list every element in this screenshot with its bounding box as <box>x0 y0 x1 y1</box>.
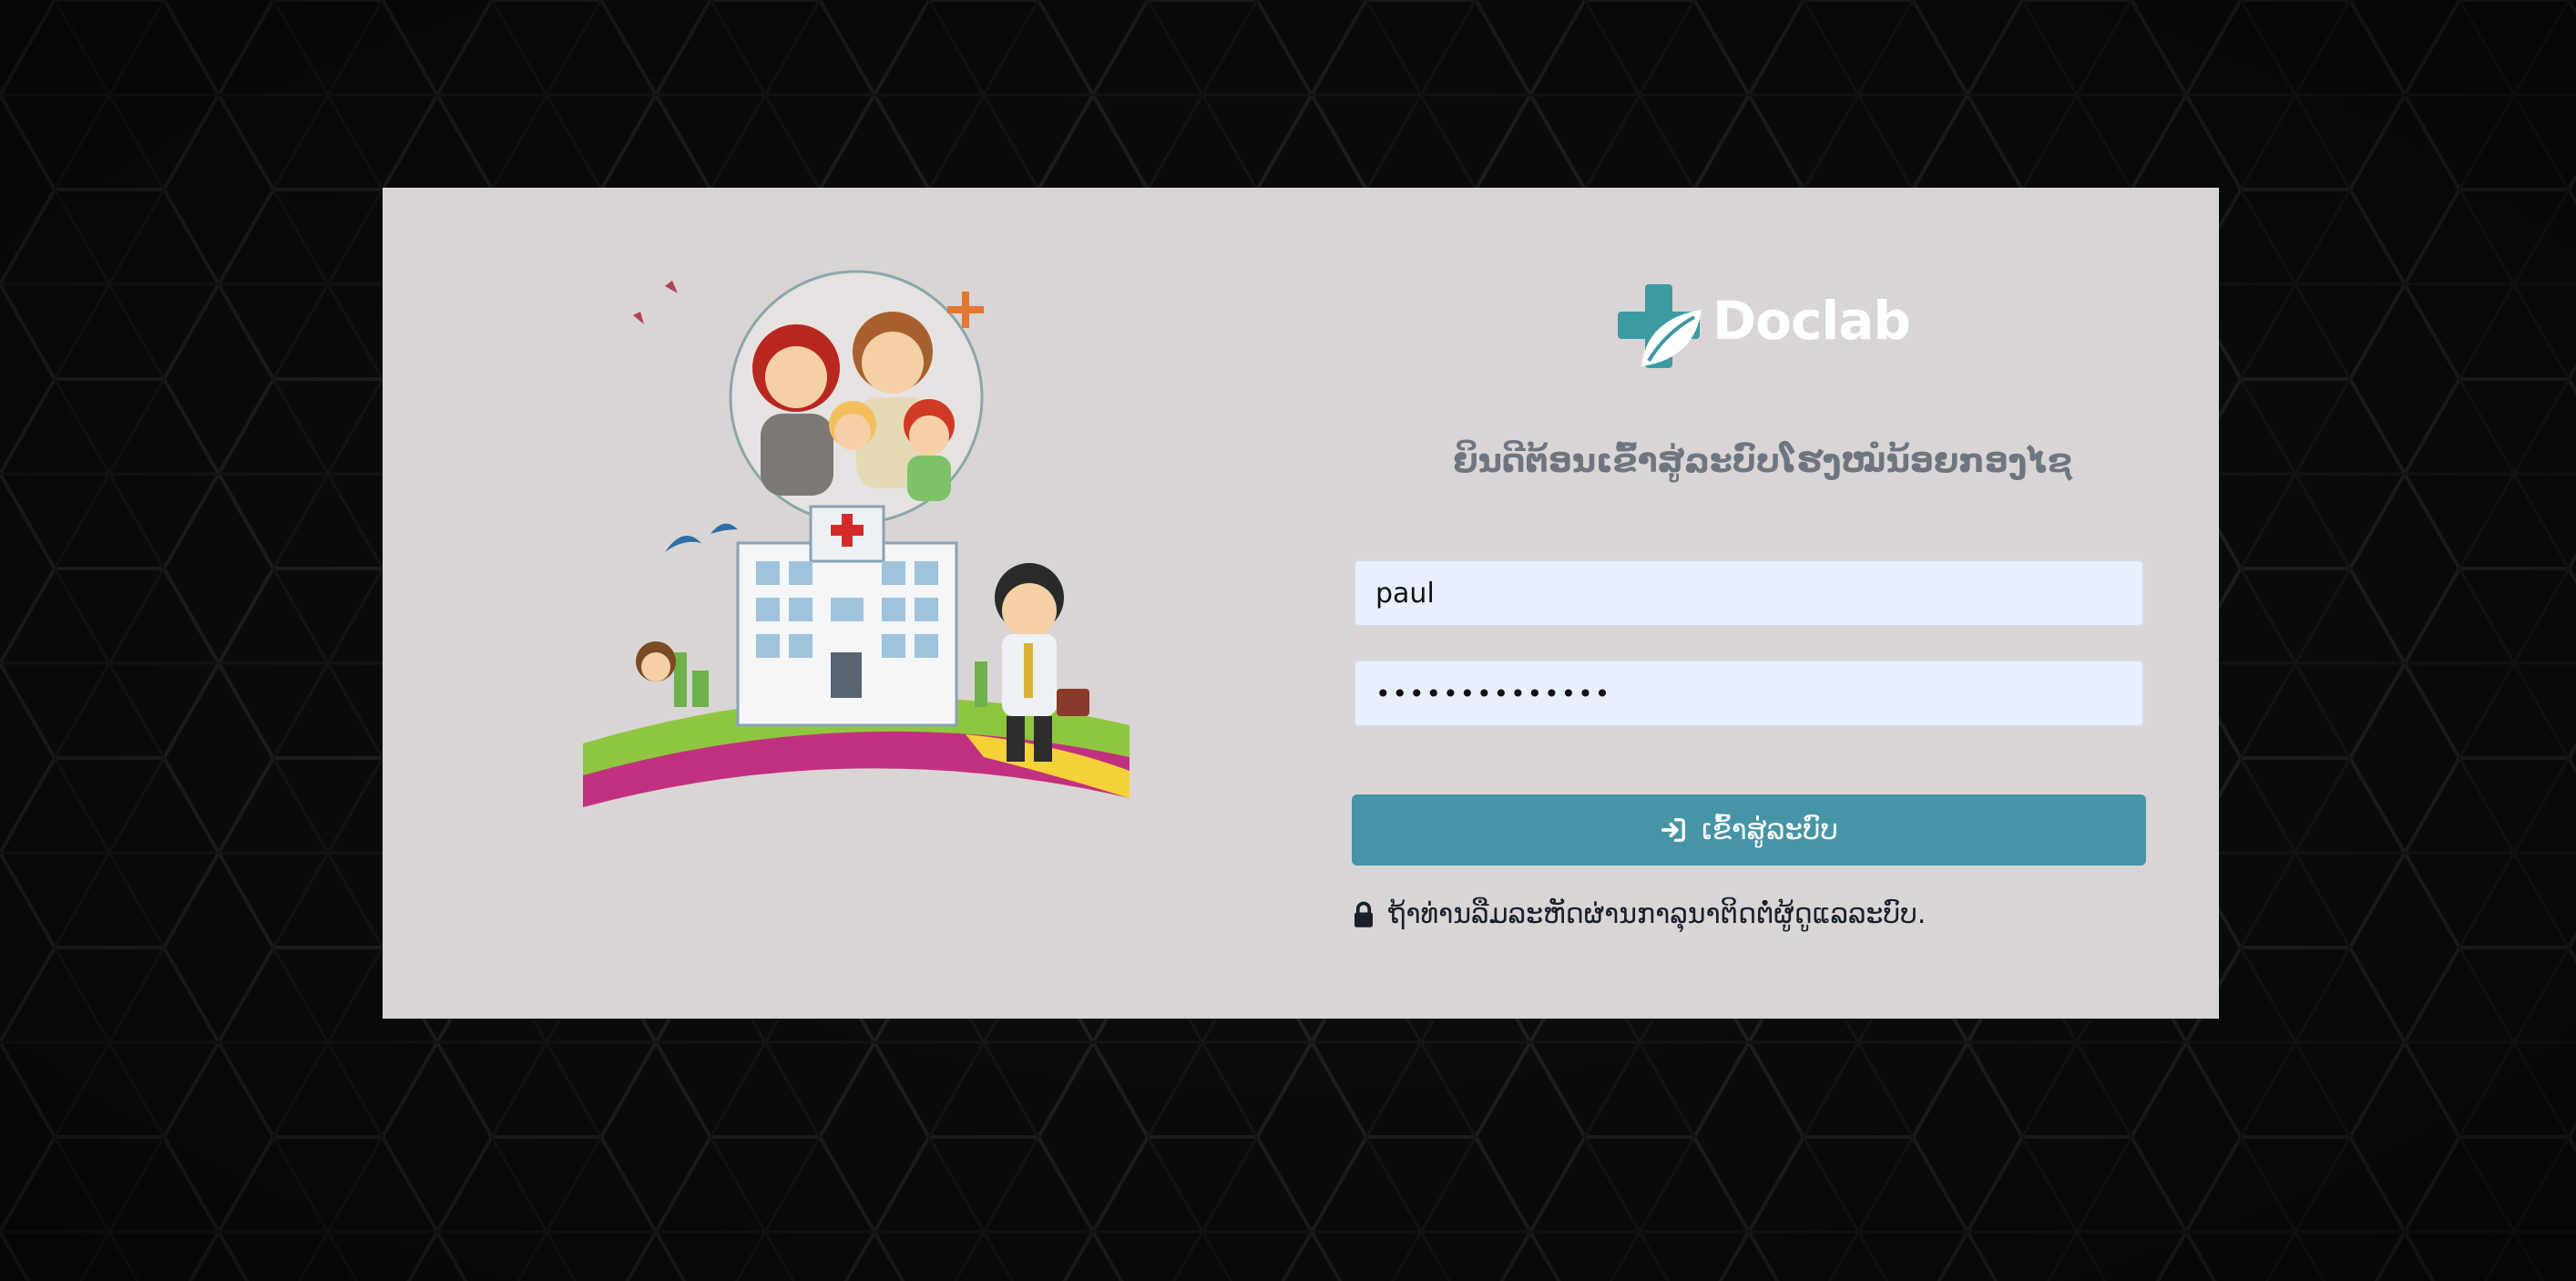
login-card: Doclab ຍິນດີຕ້ອນເຂົ້າສູ່ລະບົບໂຮງໝໍນ້ອຍກອ… <box>383 188 2219 1019</box>
forgot-password-text: ຖ້າທ່ານລືມລະຫັດຜ່ານກາລຸນາຕິດຕໍ່ຜູ້ດູແລລະ… <box>1388 898 1927 930</box>
hospital-family-illustration <box>583 270 1130 807</box>
username-input[interactable]: paul <box>1354 559 2144 627</box>
password-input[interactable]: •••••••••••••• <box>1354 660 2144 727</box>
login-button[interactable]: ເຂົ້າສູ່ລະບົບ <box>1352 794 2146 866</box>
sign-in-icon <box>1661 818 1685 842</box>
login-button-label: ເຂົ້າສູ່ລະບົບ <box>1702 814 1838 846</box>
brand-name: Doclab <box>1712 290 1911 352</box>
lock-icon <box>1354 901 1373 927</box>
forgot-password-note: ຖ້າທ່ານລືມລະຫັດຜ່ານກາລຸນາຕິດຕໍ່ຜູ້ດູແລລະ… <box>1352 898 1926 930</box>
welcome-title: ຍິນດີຕ້ອນເຂົ້າສູ່ລະບົບໂຮງໝໍນ້ອຍກອງໄຊ <box>1453 443 2072 480</box>
